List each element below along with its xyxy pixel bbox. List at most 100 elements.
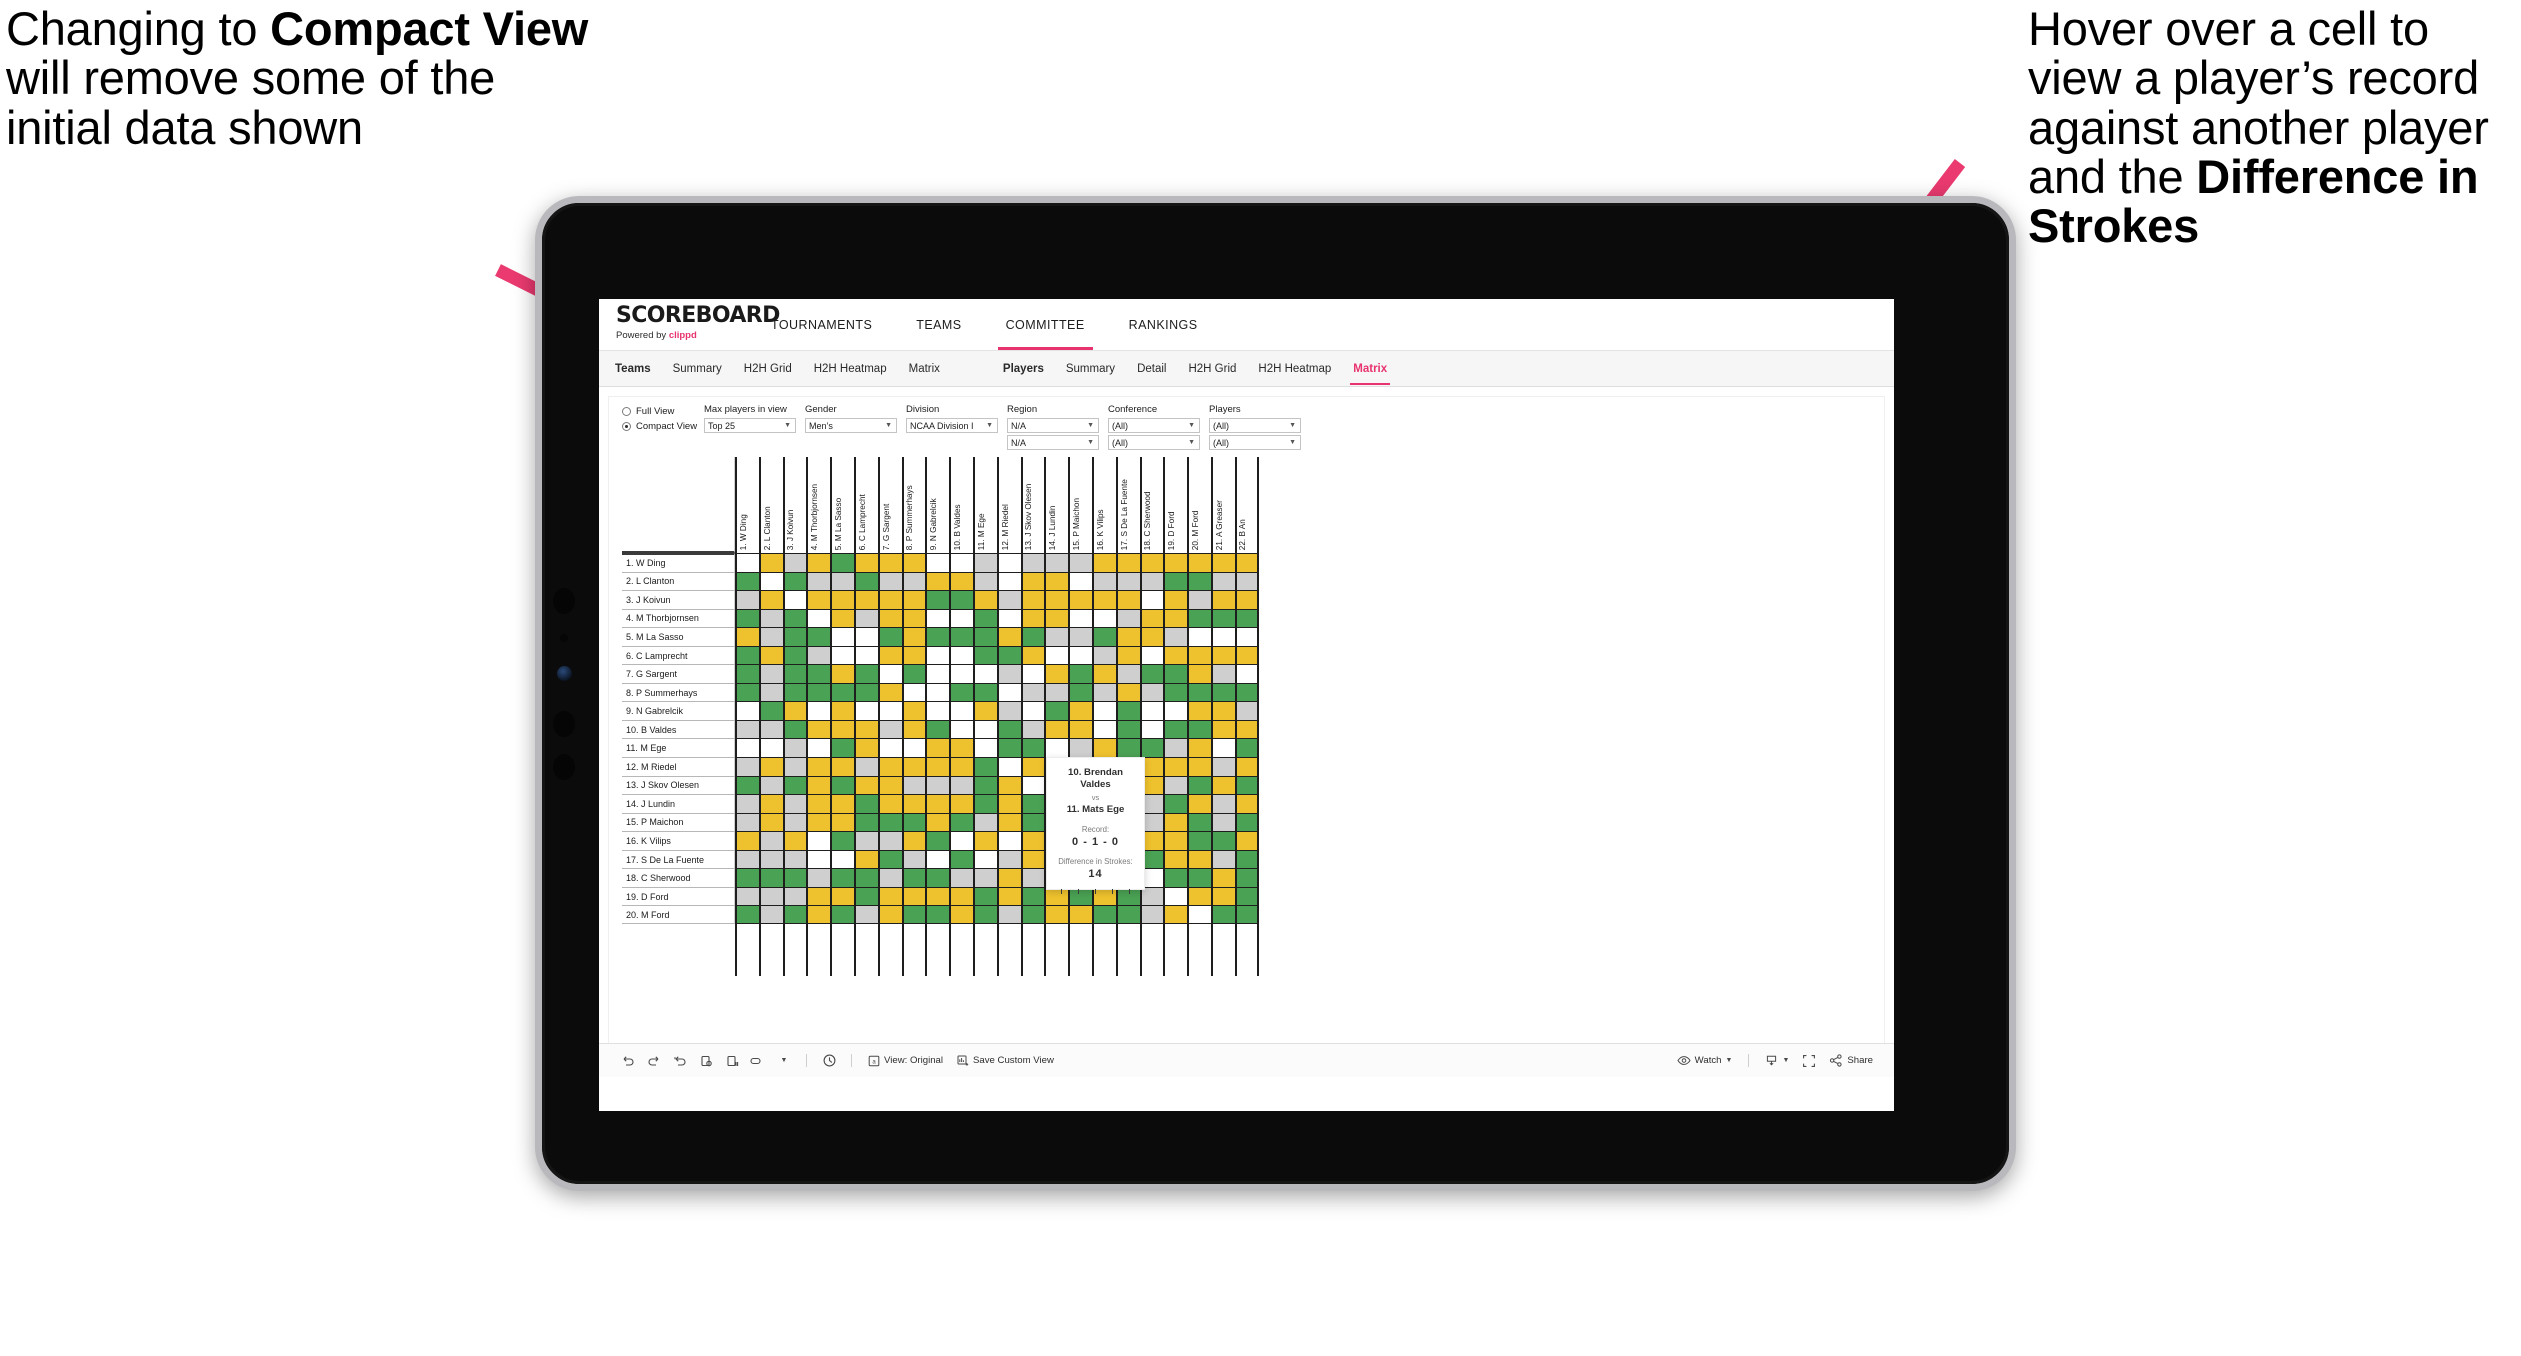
matrix-cell[interactable] [949,682,973,702]
revert-icon[interactable] [667,1050,693,1072]
matrix-cell[interactable] [1020,868,1045,887]
matrix-cell[interactable] [949,701,973,720]
matrix-cell[interactable] [1115,571,1140,591]
refresh-data-icon[interactable] [693,1050,719,1072]
matrix-cell[interactable] [1020,590,1045,609]
matrix-cell[interactable] [1020,608,1045,628]
matrix-cell[interactable] [1210,812,1235,832]
matrix-cell[interactable] [806,794,831,813]
matrix-cell[interactable] [1210,553,1235,572]
matrix-cell[interactable] [758,571,783,591]
matrix-cell[interactable] [1163,738,1188,758]
matrix-cell[interactable] [949,553,973,572]
matrix-cell[interactable] [806,849,831,869]
matrix-cell[interactable] [830,849,854,869]
matrix-cell[interactable] [853,701,878,720]
matrix-cell[interactable] [1020,682,1045,702]
matrix-cell[interactable] [782,812,807,832]
matrix-cell[interactable] [1068,682,1092,702]
matrix-cell[interactable] [925,794,950,813]
matrix-cell[interactable] [1210,627,1235,646]
matrix-column-header[interactable]: 12. M Riedel [996,457,1021,553]
matrix-cell[interactable] [1068,905,1092,924]
subnav-players-summary[interactable]: Summary [1055,351,1126,386]
matrix-cell[interactable] [1091,553,1116,572]
matrix-cell[interactable] [972,682,997,702]
matrix-row-header[interactable]: 5. M La Sasso [622,627,735,646]
matrix-cell[interactable] [1115,701,1140,720]
matrix-cell[interactable] [758,775,783,795]
matrix-column-header[interactable]: 21. A Greaser [1210,457,1235,553]
matrix-cell[interactable] [830,682,854,702]
matrix-cell[interactable] [735,645,759,665]
matrix-cell[interactable] [949,794,973,813]
clock-icon[interactable] [816,1050,842,1072]
matrix-cell[interactable] [806,757,831,776]
matrix-cell[interactable] [1187,571,1211,591]
matrix-cell[interactable] [853,553,878,572]
matrix-cell[interactable] [1234,757,1259,776]
matrix-cell[interactable] [901,701,926,720]
matrix-cell[interactable] [996,719,1021,739]
select-gender[interactable]: Men’s ▼ [805,418,897,433]
matrix-cell[interactable] [901,905,926,924]
matrix-cell[interactable] [830,775,854,795]
matrix-cell[interactable] [901,831,926,850]
matrix-cell[interactable] [877,738,902,758]
matrix-cell[interactable] [1068,608,1092,628]
matrix-column-header[interactable]: 15. P Maichon [1068,457,1092,553]
matrix-cell[interactable] [901,757,926,776]
matrix-cell[interactable] [1020,664,1045,683]
highlight-icon[interactable] [745,1050,771,1072]
matrix-cell[interactable] [853,571,878,591]
matrix-cell[interactable] [925,645,950,665]
matrix-cell[interactable] [853,645,878,665]
matrix-cell[interactable] [972,571,997,591]
redo-icon[interactable] [641,1050,667,1072]
matrix-cell[interactable] [1234,553,1259,572]
matrix-cell[interactable] [1210,775,1235,795]
matrix-cell[interactable] [949,868,973,887]
matrix-cell[interactable] [1210,831,1235,850]
matrix-cell[interactable] [853,794,878,813]
matrix-row-header[interactable]: 20. M Ford [622,905,735,924]
matrix-cell[interactable] [972,849,997,869]
matrix-cell[interactable] [1163,886,1188,906]
matrix-cell[interactable] [1115,905,1140,924]
matrix-cell[interactable] [782,701,807,720]
matrix-cell[interactable] [901,886,926,906]
matrix-cell[interactable] [830,627,854,646]
matrix-cell[interactable] [949,757,973,776]
matrix-row-header[interactable]: 12. M Riedel [622,757,735,776]
matrix-cell[interactable] [735,868,759,887]
matrix-cell[interactable] [925,738,950,758]
matrix-cell[interactable] [1163,553,1188,572]
matrix-column-header[interactable]: 7. G Sargent [877,457,902,553]
matrix-cell[interactable] [782,849,807,869]
matrix-cell[interactable] [1139,701,1164,720]
matrix-cell[interactable] [1115,608,1140,628]
matrix-cell[interactable] [1139,590,1164,609]
matrix-cell[interactable] [758,794,783,813]
matrix-cell[interactable] [735,812,759,832]
matrix-cell[interactable] [1187,682,1211,702]
matrix-cell[interactable] [1234,775,1259,795]
matrix-cell[interactable] [972,719,997,739]
matrix-cell[interactable] [1068,571,1092,591]
matrix-cell[interactable] [1068,701,1092,720]
matrix-cell[interactable] [830,794,854,813]
download-button[interactable]: ▼ [1758,1054,1796,1067]
matrix-cell[interactable] [830,757,854,776]
subnav-players-h2h-grid[interactable]: H2H Grid [1177,351,1247,386]
matrix-cell[interactable] [806,682,831,702]
matrix-cell[interactable] [901,590,926,609]
matrix-cell[interactable] [1044,571,1069,591]
matrix-cell[interactable] [1163,608,1188,628]
matrix-cell[interactable] [1234,886,1259,906]
pause-data-icon[interactable] [719,1050,745,1072]
matrix-cell[interactable] [782,664,807,683]
watch-button[interactable]: Watch ▼ [1670,1055,1740,1066]
matrix-cell[interactable] [830,719,854,739]
matrix-cell[interactable] [1044,608,1069,628]
subnav-players-detail[interactable]: Detail [1126,351,1177,386]
